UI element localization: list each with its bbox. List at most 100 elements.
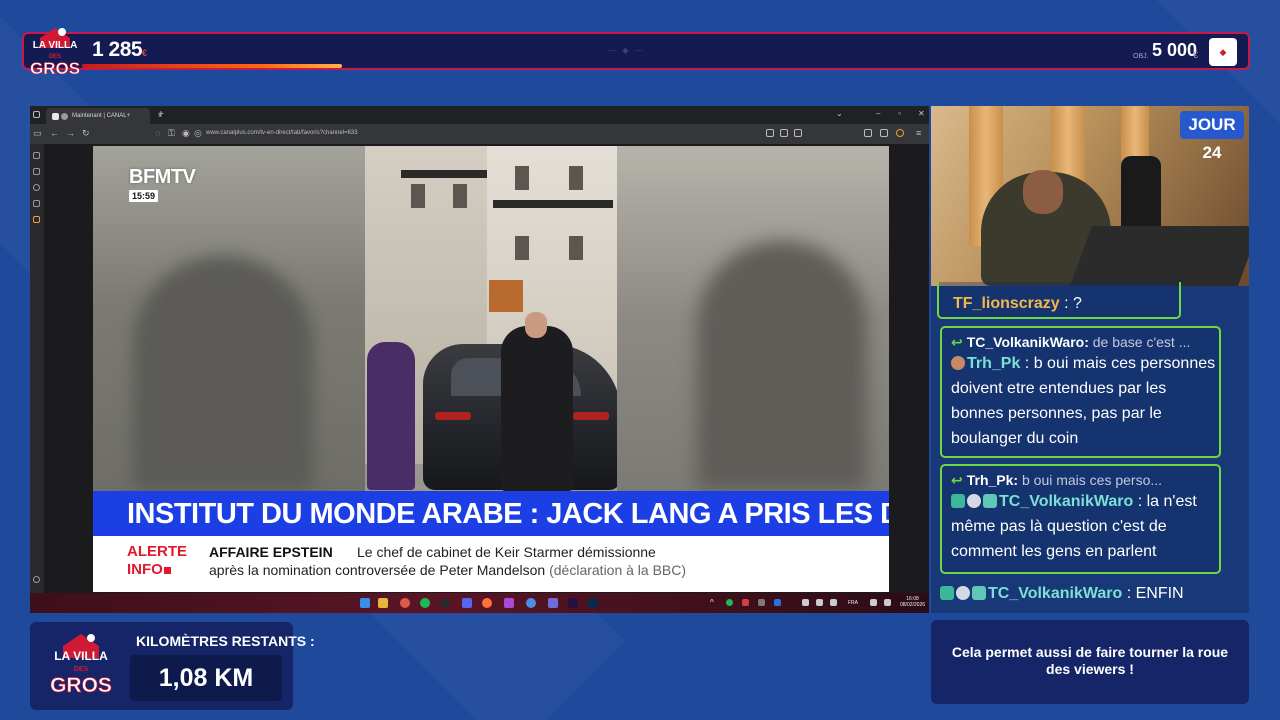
shield-icon[interactable]: ◌ bbox=[155, 128, 160, 138]
network-icon[interactable] bbox=[802, 599, 809, 606]
globe-icon: ◎ bbox=[194, 128, 202, 138]
donation-progress-bar bbox=[82, 64, 342, 68]
chat-username[interactable]: Trh_Pk bbox=[967, 355, 1020, 372]
obs-icon[interactable] bbox=[440, 598, 450, 608]
app-icon[interactable] bbox=[33, 216, 40, 223]
reply-arrow-icon: ↩ bbox=[951, 334, 963, 350]
chat-body: TC_VolkanikWaro : la n'est même pas là q… bbox=[951, 489, 1219, 564]
news-headline: INSTITUT DU MONDE ARABE : JACK LANG A PR… bbox=[93, 491, 889, 536]
channel-logo: BFMTV bbox=[129, 166, 196, 188]
shopping-icon[interactable] bbox=[33, 168, 40, 175]
tray-chevron-icon[interactable]: ^ bbox=[710, 598, 720, 608]
blurred-background-right bbox=[617, 146, 889, 491]
forward-icon[interactable]: → bbox=[66, 128, 75, 138]
car-light bbox=[435, 412, 471, 420]
sidebar-toggle-icon[interactable]: ▭ bbox=[33, 128, 42, 139]
chrome-icon[interactable] bbox=[400, 598, 410, 608]
video-player[interactable]: BFMTV 15:59 INSTITUT DU MONDE ARABE : JA… bbox=[93, 146, 889, 592]
tab-list-icon[interactable]: ⌄ bbox=[836, 109, 843, 118]
chat-message: TF_lionscrazy : ? bbox=[937, 282, 1181, 319]
premiere-icon[interactable] bbox=[568, 598, 578, 608]
goal-badge-icon: ◆ bbox=[1209, 38, 1237, 66]
chat-panel: TF_lionscrazy : ? ↩ TC_VolkanikWaro: de b… bbox=[931, 282, 1249, 613]
blurred-figure bbox=[697, 241, 867, 491]
chair bbox=[1121, 156, 1161, 236]
street-scene bbox=[365, 146, 617, 491]
app-icon[interactable] bbox=[504, 598, 514, 608]
chat-username[interactable]: TC_VolkanikWaro bbox=[999, 493, 1133, 510]
chat-username[interactable]: TF_lionscrazy bbox=[953, 295, 1060, 312]
canal-favicon-icon bbox=[52, 113, 59, 120]
shop-sign bbox=[489, 280, 523, 312]
tab-title: Maintenant | CANAL+ bbox=[72, 113, 131, 119]
chat-message: ↩ Trh_Pk: b oui mais ces perso... TC_Volk… bbox=[940, 464, 1221, 574]
bookmark-icon[interactable] bbox=[794, 129, 802, 137]
photoshop-icon[interactable] bbox=[588, 598, 598, 608]
alert-line2: INFO bbox=[127, 561, 163, 578]
new-tab-button[interactable]: + bbox=[158, 109, 164, 120]
villa-logo: LA VILLA DES GROS bbox=[30, 28, 80, 78]
info-card: Cela permet aussi de faire tourner la ro… bbox=[931, 620, 1249, 704]
profile-icon[interactable] bbox=[896, 129, 904, 137]
chat-text: : ENFIN bbox=[1122, 585, 1184, 602]
app-icon[interactable] bbox=[526, 598, 536, 608]
person-head bbox=[525, 312, 547, 338]
extension-icon[interactable] bbox=[864, 129, 872, 137]
url-input[interactable]: www.canalplus.com/tv-en-direct/tab/favor… bbox=[206, 130, 358, 136]
volume-icon[interactable] bbox=[816, 599, 823, 606]
screenshot-icon[interactable] bbox=[766, 129, 774, 137]
news-ticker: ALERTE INFO AFFAIRE EPSTEIN Le chef de c… bbox=[93, 536, 889, 592]
browser-side-rail bbox=[30, 144, 44, 593]
app-icon[interactable] bbox=[548, 598, 558, 608]
reader-icon[interactable] bbox=[780, 129, 788, 137]
reload-icon[interactable]: ↻ bbox=[82, 128, 90, 139]
desk bbox=[1070, 226, 1249, 286]
maximize-button[interactable]: ▫ bbox=[898, 109, 901, 118]
ticker-text-line1: Le chef de cabinet de Keir Starmer démis… bbox=[357, 544, 656, 560]
chat-message: TC_VolkanikWaro : ENFIN bbox=[940, 581, 1240, 605]
car-light bbox=[573, 412, 609, 420]
language-indicator[interactable]: FRA bbox=[848, 600, 858, 606]
svg-text:DES: DES bbox=[74, 666, 89, 673]
sparkle-icon[interactable] bbox=[33, 152, 40, 159]
spotify-icon[interactable] bbox=[420, 598, 430, 608]
browser-tab[interactable]: Maintenant | CANAL+ × bbox=[46, 108, 162, 124]
taskbar-clock[interactable]: 16:08 08/02/2026 bbox=[900, 596, 925, 608]
subscriber-badge-icon bbox=[956, 586, 970, 600]
goal-value: 5 000 bbox=[1152, 40, 1198, 60]
tray-icon[interactable] bbox=[726, 599, 733, 606]
explorer-icon[interactable] bbox=[378, 598, 388, 608]
start-icon[interactable] bbox=[360, 598, 370, 608]
discord-icon[interactable] bbox=[462, 598, 472, 608]
tray-icon[interactable] bbox=[758, 599, 765, 606]
minimize-button[interactable]: – bbox=[876, 109, 880, 118]
donation-count: 1 285 bbox=[92, 38, 143, 61]
moderator-badge-icon bbox=[940, 586, 954, 600]
reply-preview: ↩ TC_VolkanikWaro: de base c'est ... bbox=[951, 334, 1219, 351]
chat-username[interactable]: TC_VolkanikWaro bbox=[988, 585, 1122, 602]
firefox-icon[interactable] bbox=[482, 598, 492, 608]
gift-badge-icon bbox=[972, 586, 986, 600]
puzzle-icon[interactable] bbox=[880, 129, 888, 137]
window bbox=[569, 166, 583, 190]
star-icon[interactable] bbox=[33, 200, 40, 207]
settings-icon[interactable] bbox=[33, 576, 40, 583]
notification-icon[interactable] bbox=[870, 599, 877, 606]
menu-icon[interactable]: ≡ bbox=[916, 128, 921, 138]
wifi-icon[interactable] bbox=[884, 599, 891, 606]
battery-icon[interactable] bbox=[830, 599, 837, 606]
history-icon[interactable] bbox=[33, 184, 40, 191]
svg-text:GROS: GROS bbox=[50, 674, 112, 697]
info-card-text: Cela permet aussi de faire tourner la ro… bbox=[951, 644, 1229, 677]
tray-icon[interactable] bbox=[742, 599, 749, 606]
back-icon[interactable]: ← bbox=[50, 128, 59, 138]
tray-icon[interactable] bbox=[774, 599, 781, 606]
gift-badge-icon bbox=[983, 494, 997, 508]
browser-menu-icon[interactable] bbox=[33, 111, 40, 118]
ticker-text-source: (déclaration à la BBC) bbox=[549, 562, 687, 578]
close-window-button[interactable]: ✕ bbox=[918, 109, 925, 118]
reply-username: TC_VolkanikWaro: bbox=[966, 334, 1089, 350]
speaker-icon bbox=[61, 113, 68, 120]
chat-text: : ? bbox=[1059, 295, 1082, 312]
site-info-icon[interactable]: ◉ bbox=[182, 128, 190, 139]
